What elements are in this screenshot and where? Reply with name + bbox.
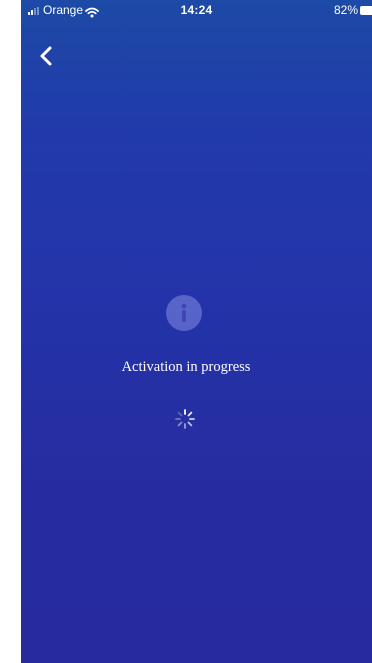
status-bar: Orange 14:24 82% [21, 0, 372, 20]
chevron-left-icon [40, 46, 52, 66]
back-button[interactable] [35, 44, 59, 68]
clock: 14:24 [180, 3, 213, 17]
info-icon [166, 295, 202, 331]
battery-icon [360, 6, 372, 15]
activation-status-text: Activation in progress [121, 359, 251, 375]
battery-percent: 82% [333, 3, 358, 17]
app-screen: Orange 14:24 82% [21, 0, 372, 663]
spinner-icon [174, 408, 196, 430]
